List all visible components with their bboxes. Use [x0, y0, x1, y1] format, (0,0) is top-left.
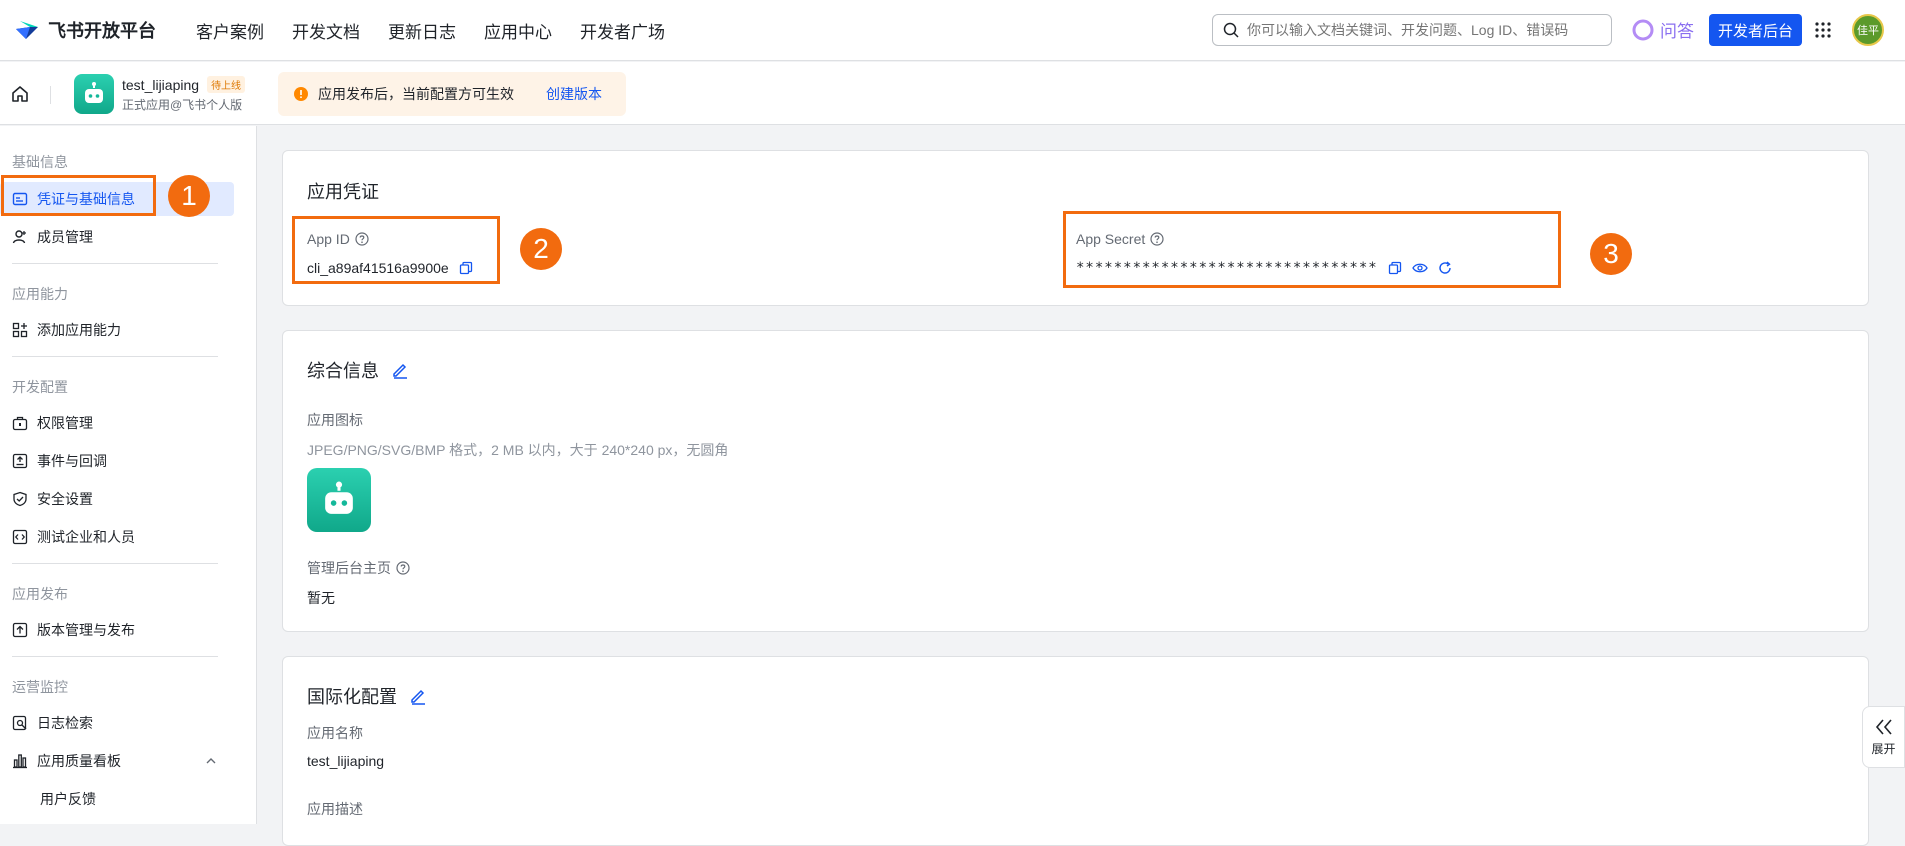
divider	[12, 563, 218, 564]
app-name-value: test_lijiaping	[307, 753, 385, 769]
step-badge-2: 2	[520, 228, 562, 270]
help-icon[interactable]	[396, 561, 410, 575]
app-name-label: 应用名称	[307, 725, 363, 741]
search-input[interactable]	[1247, 22, 1597, 38]
user-add-icon	[12, 230, 26, 244]
nav-link-docs[interactable]: 开发文档	[292, 18, 360, 43]
qa-button[interactable]: 问答	[1632, 17, 1694, 42]
sidebar-item-label: 日志检索	[37, 715, 93, 731]
sidebar-item-user-feedback[interactable]: 用户反馈	[40, 782, 96, 816]
shield-icon	[13, 491, 27, 507]
app-icon-upload[interactable]	[307, 468, 371, 532]
divider	[50, 86, 51, 104]
sidebar-item-label: 添加应用能力	[37, 322, 121, 338]
homepage-label: 管理后台主页	[307, 560, 391, 576]
sidebar-item-log-search[interactable]: 日志检索	[12, 706, 93, 740]
step-badge-1: 1	[168, 175, 210, 217]
robot-icon	[85, 82, 103, 103]
general-title: 综合信息	[307, 361, 379, 381]
sidebar-item-members[interactable]: 成员管理	[12, 220, 93, 254]
developer-console-button[interactable]: 开发者后台	[1709, 14, 1803, 46]
app-avatar	[74, 74, 114, 114]
search-box[interactable]	[1212, 14, 1612, 46]
search-icon	[1223, 22, 1239, 38]
publish-notice: 应用发布后，当前配置方可生效 创建版本	[278, 72, 626, 116]
upload-icon	[12, 622, 28, 638]
sidebar-item-label: 权限管理	[37, 415, 93, 431]
briefcase-lock-icon	[12, 416, 28, 431]
bar-chart-icon	[13, 754, 27, 769]
create-version-link[interactable]: 创建版本	[546, 84, 602, 104]
sidebar-item-label: 安全设置	[37, 491, 93, 507]
app-header-bar: test_lijiaping 待上线 正式应用@飞书个人版 应用发布后，当前配置…	[0, 62, 1905, 125]
sidebar-group-title: 运营监控	[12, 679, 68, 695]
qa-label: 问答	[1660, 22, 1694, 41]
sidebar-item-label: 应用质量看板	[37, 753, 121, 769]
double-chevron-left-icon	[1875, 718, 1892, 735]
expand-label: 展开	[1871, 741, 1896, 756]
expand-panel-button[interactable]: 展开	[1862, 706, 1905, 768]
sidebar-group-title: 基础信息	[12, 154, 68, 170]
edit-icon[interactable]	[391, 361, 409, 379]
step-badge-3: 3	[1590, 233, 1632, 275]
app-grid-icon[interactable]	[1814, 21, 1832, 39]
robot-icon	[325, 481, 353, 514]
nav-link-app-center[interactable]: 应用中心	[484, 18, 552, 43]
homepage-value: 暂无	[307, 590, 335, 606]
code-icon	[12, 529, 28, 545]
app-subtitle: 正式应用@飞书个人版	[122, 98, 243, 112]
divider	[12, 656, 218, 657]
nav-link-cases[interactable]: 客户案例	[196, 18, 264, 43]
user-avatar[interactable]: 佳平	[1852, 14, 1884, 46]
divider	[12, 356, 218, 357]
divider	[12, 263, 218, 264]
i18n-card: 国际化配置 应用名称 test_lijiaping 应用描述	[282, 656, 1869, 846]
log-search-icon	[12, 715, 27, 731]
feishu-logo-icon	[16, 21, 38, 39]
app-icon-label: 应用图标	[307, 412, 363, 428]
event-icon	[12, 453, 28, 469]
homepage-label-row: 管理后台主页	[307, 558, 410, 578]
sidebar-item-label: 用户反馈	[40, 791, 96, 807]
highlight-box-app-id	[292, 216, 500, 284]
sidebar-item-events[interactable]: 事件与回调	[12, 444, 107, 478]
sidebar-item-security[interactable]: 安全设置	[12, 482, 93, 516]
warning-icon	[294, 87, 308, 101]
sidebar-item-label: 事件与回调	[37, 453, 107, 469]
sidebar-item-quality-dashboard[interactable]: 应用质量看板	[12, 744, 121, 778]
sidebar-group-title: 应用能力	[12, 286, 68, 302]
nav-link-dev-plaza[interactable]: 开发者广场	[580, 18, 665, 43]
top-navbar: 飞书开放平台 客户案例 开发文档 更新日志 应用中心 开发者广场 问答 开发者后…	[0, 0, 1905, 61]
ai-orb-icon	[1632, 19, 1654, 40]
apps-add-icon	[12, 322, 28, 338]
app-name: test_lijiaping	[122, 76, 200, 93]
app-icon-hint: JPEG/PNG/SVG/BMP 格式，2 MB 以内，大于 240*240 p…	[307, 442, 729, 458]
i18n-title: 国际化配置	[307, 687, 397, 707]
nav-link-changelog[interactable]: 更新日志	[388, 18, 456, 43]
brand-name: 飞书开放平台	[48, 21, 156, 41]
highlight-box-credentials-nav	[1, 175, 156, 216]
sidebar-item-add-capability[interactable]: 添加应用能力	[12, 313, 121, 347]
status-badge: 待上线	[207, 76, 246, 93]
sidebar: 基础信息 凭证与基础信息 成员管理 应用能力 添加应用能力 开发配置 权限管理 …	[0, 126, 257, 824]
sidebar-item-label: 测试企业和人员	[37, 529, 135, 545]
sidebar-item-label: 版本管理与发布	[37, 622, 135, 638]
sidebar-group-title: 应用发布	[12, 586, 68, 602]
home-icon[interactable]	[10, 84, 30, 104]
credentials-title: 应用凭证	[307, 182, 379, 202]
notice-text: 应用发布后，当前配置方可生效	[318, 86, 514, 102]
sidebar-item-label: 成员管理	[37, 229, 93, 245]
sidebar-item-test-users[interactable]: 测试企业和人员	[12, 520, 135, 554]
edit-icon[interactable]	[409, 687, 427, 705]
general-title-row: 综合信息	[307, 357, 409, 383]
i18n-title-row: 国际化配置	[307, 683, 427, 709]
brand-logo[interactable]: 飞书开放平台	[14, 17, 156, 43]
app-desc-label: 应用描述	[307, 801, 363, 817]
sidebar-item-permissions[interactable]: 权限管理	[12, 406, 93, 440]
highlight-box-app-secret	[1063, 211, 1561, 288]
general-info-card: 综合信息 应用图标 JPEG/PNG/SVG/BMP 格式，2 MB 以内，大于…	[282, 330, 1869, 632]
sidebar-item-versions[interactable]: 版本管理与发布	[12, 613, 135, 647]
sidebar-group-title: 开发配置	[12, 379, 68, 395]
chevron-up-icon[interactable]	[205, 756, 217, 766]
